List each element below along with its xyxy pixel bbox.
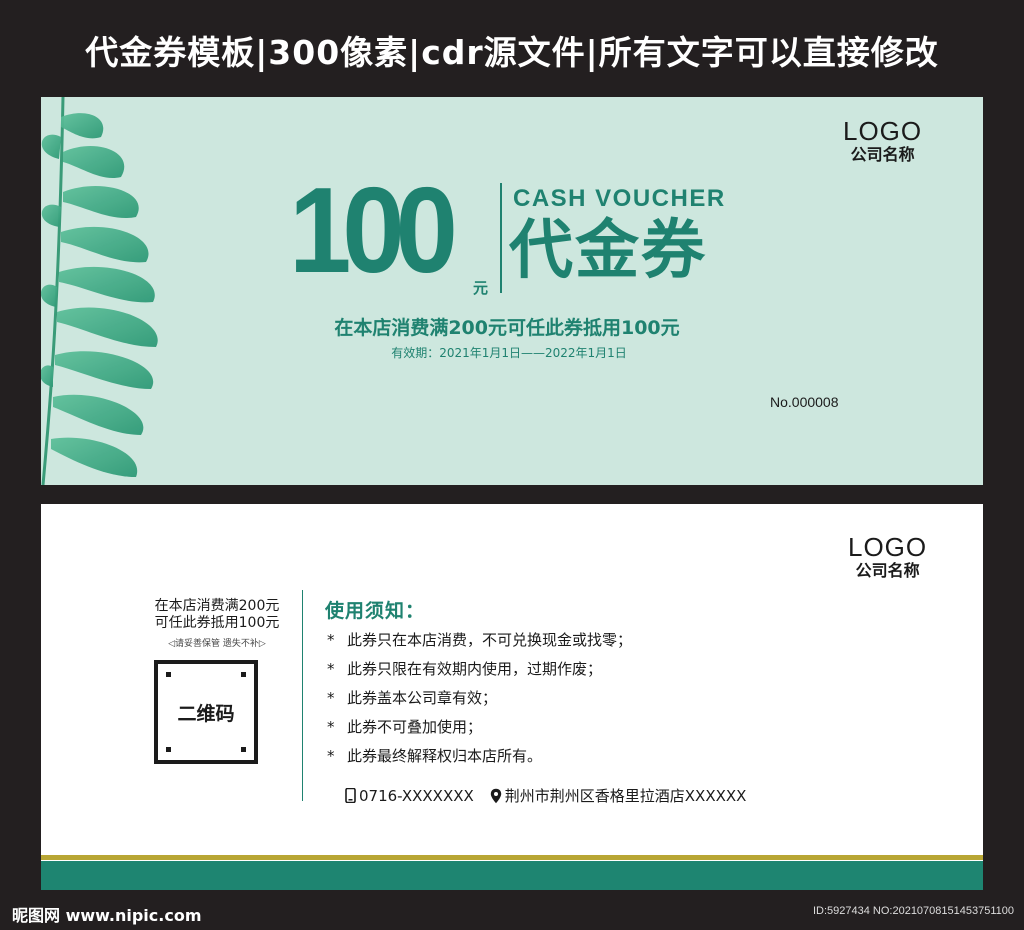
- front-logo: LOGO: [843, 116, 923, 146]
- page-title: 代金券模板|300像素|cdr源文件|所有文字可以直接修改: [85, 33, 939, 72]
- voucher-validity: 有效期：2021年1月1日——2022年1月1日: [391, 346, 627, 360]
- footer-stripe-olive: [41, 855, 983, 860]
- front-company-name: 公司名称: [850, 145, 915, 164]
- title-divider: [500, 183, 502, 293]
- stub-note: ◁请妥善保管 遗失不补▷: [168, 639, 266, 649]
- qr-code-label: 二维码: [177, 702, 235, 725]
- contact-line: 0716-XXXXXXX 荆州市荆州区香格里拉酒店XXXXXX: [345, 785, 746, 806]
- voucher-condition: 在本店消费满200元可任此券抵用100元: [334, 317, 680, 339]
- footer-stripe-teal: [41, 861, 983, 890]
- back-logo-block: LOGO 公司名称: [848, 533, 927, 581]
- voucher-serial-number: No.000008: [770, 394, 839, 410]
- voucher-title-cn: 代金券: [509, 214, 707, 288]
- list-item: * 此券最终解释权归本店所有。: [327, 742, 632, 771]
- watermark-site: 昵图网 www.nipic.com: [12, 906, 202, 925]
- list-item: * 此券只限在有效期内使用，过期作废；: [327, 655, 632, 684]
- stub-condition-line2: 可任此券抵用100元: [154, 615, 280, 631]
- bullet-star: *: [327, 689, 335, 707]
- cash-voucher-label: CASH VOUCHER: [513, 185, 726, 212]
- watermark-id: ID:5927434 NO:20210708151453751100: [812, 905, 1014, 917]
- location-pin-icon: [490, 788, 501, 803]
- voucher-amount-unit: 元: [473, 279, 489, 297]
- list-item: * 此券只在本店消费，不可兑换现金或找零；: [327, 626, 632, 655]
- front-logo-block: LOGO 公司名称: [843, 117, 922, 165]
- back-divider: [302, 590, 303, 801]
- qr-code-placeholder: 二维码: [154, 660, 258, 764]
- bullet-star: *: [327, 631, 335, 649]
- bullet-star: *: [327, 718, 335, 736]
- store-address: 荆州市荆州区香格里拉酒店XXXXXX: [504, 787, 747, 805]
- bullet-star: *: [327, 660, 335, 678]
- voucher-back: LOGO 公司名称 在本店消费满200元 可任此券抵用100元 ◁请妥善保管 遗…: [41, 504, 983, 890]
- phone-icon: [345, 788, 356, 803]
- fern-leaf-illustration: [41, 97, 158, 485]
- bullet-star: *: [327, 747, 335, 765]
- usage-rules-list: * 此券只在本店消费，不可兑换现金或找零； * 此券只限在有效期内使用，过期作废； …: [327, 626, 632, 771]
- list-item: * 此券盖本公司章有效；: [327, 684, 632, 713]
- voucher-front: LOGO 公司名称 100 元 CASH VOUCHER 代金券 在本店消费满2…: [41, 97, 983, 485]
- list-item: * 此券不可叠加使用；: [327, 713, 632, 742]
- stub-condition-line1: 在本店消费满200元: [154, 598, 280, 614]
- back-company-name: 公司名称: [855, 561, 920, 580]
- phone-number: 0716-XXXXXXX: [359, 786, 474, 805]
- back-logo: LOGO: [848, 532, 928, 562]
- voucher-amount: 100: [289, 162, 458, 298]
- usage-notice-title: 使用须知：: [325, 600, 426, 622]
